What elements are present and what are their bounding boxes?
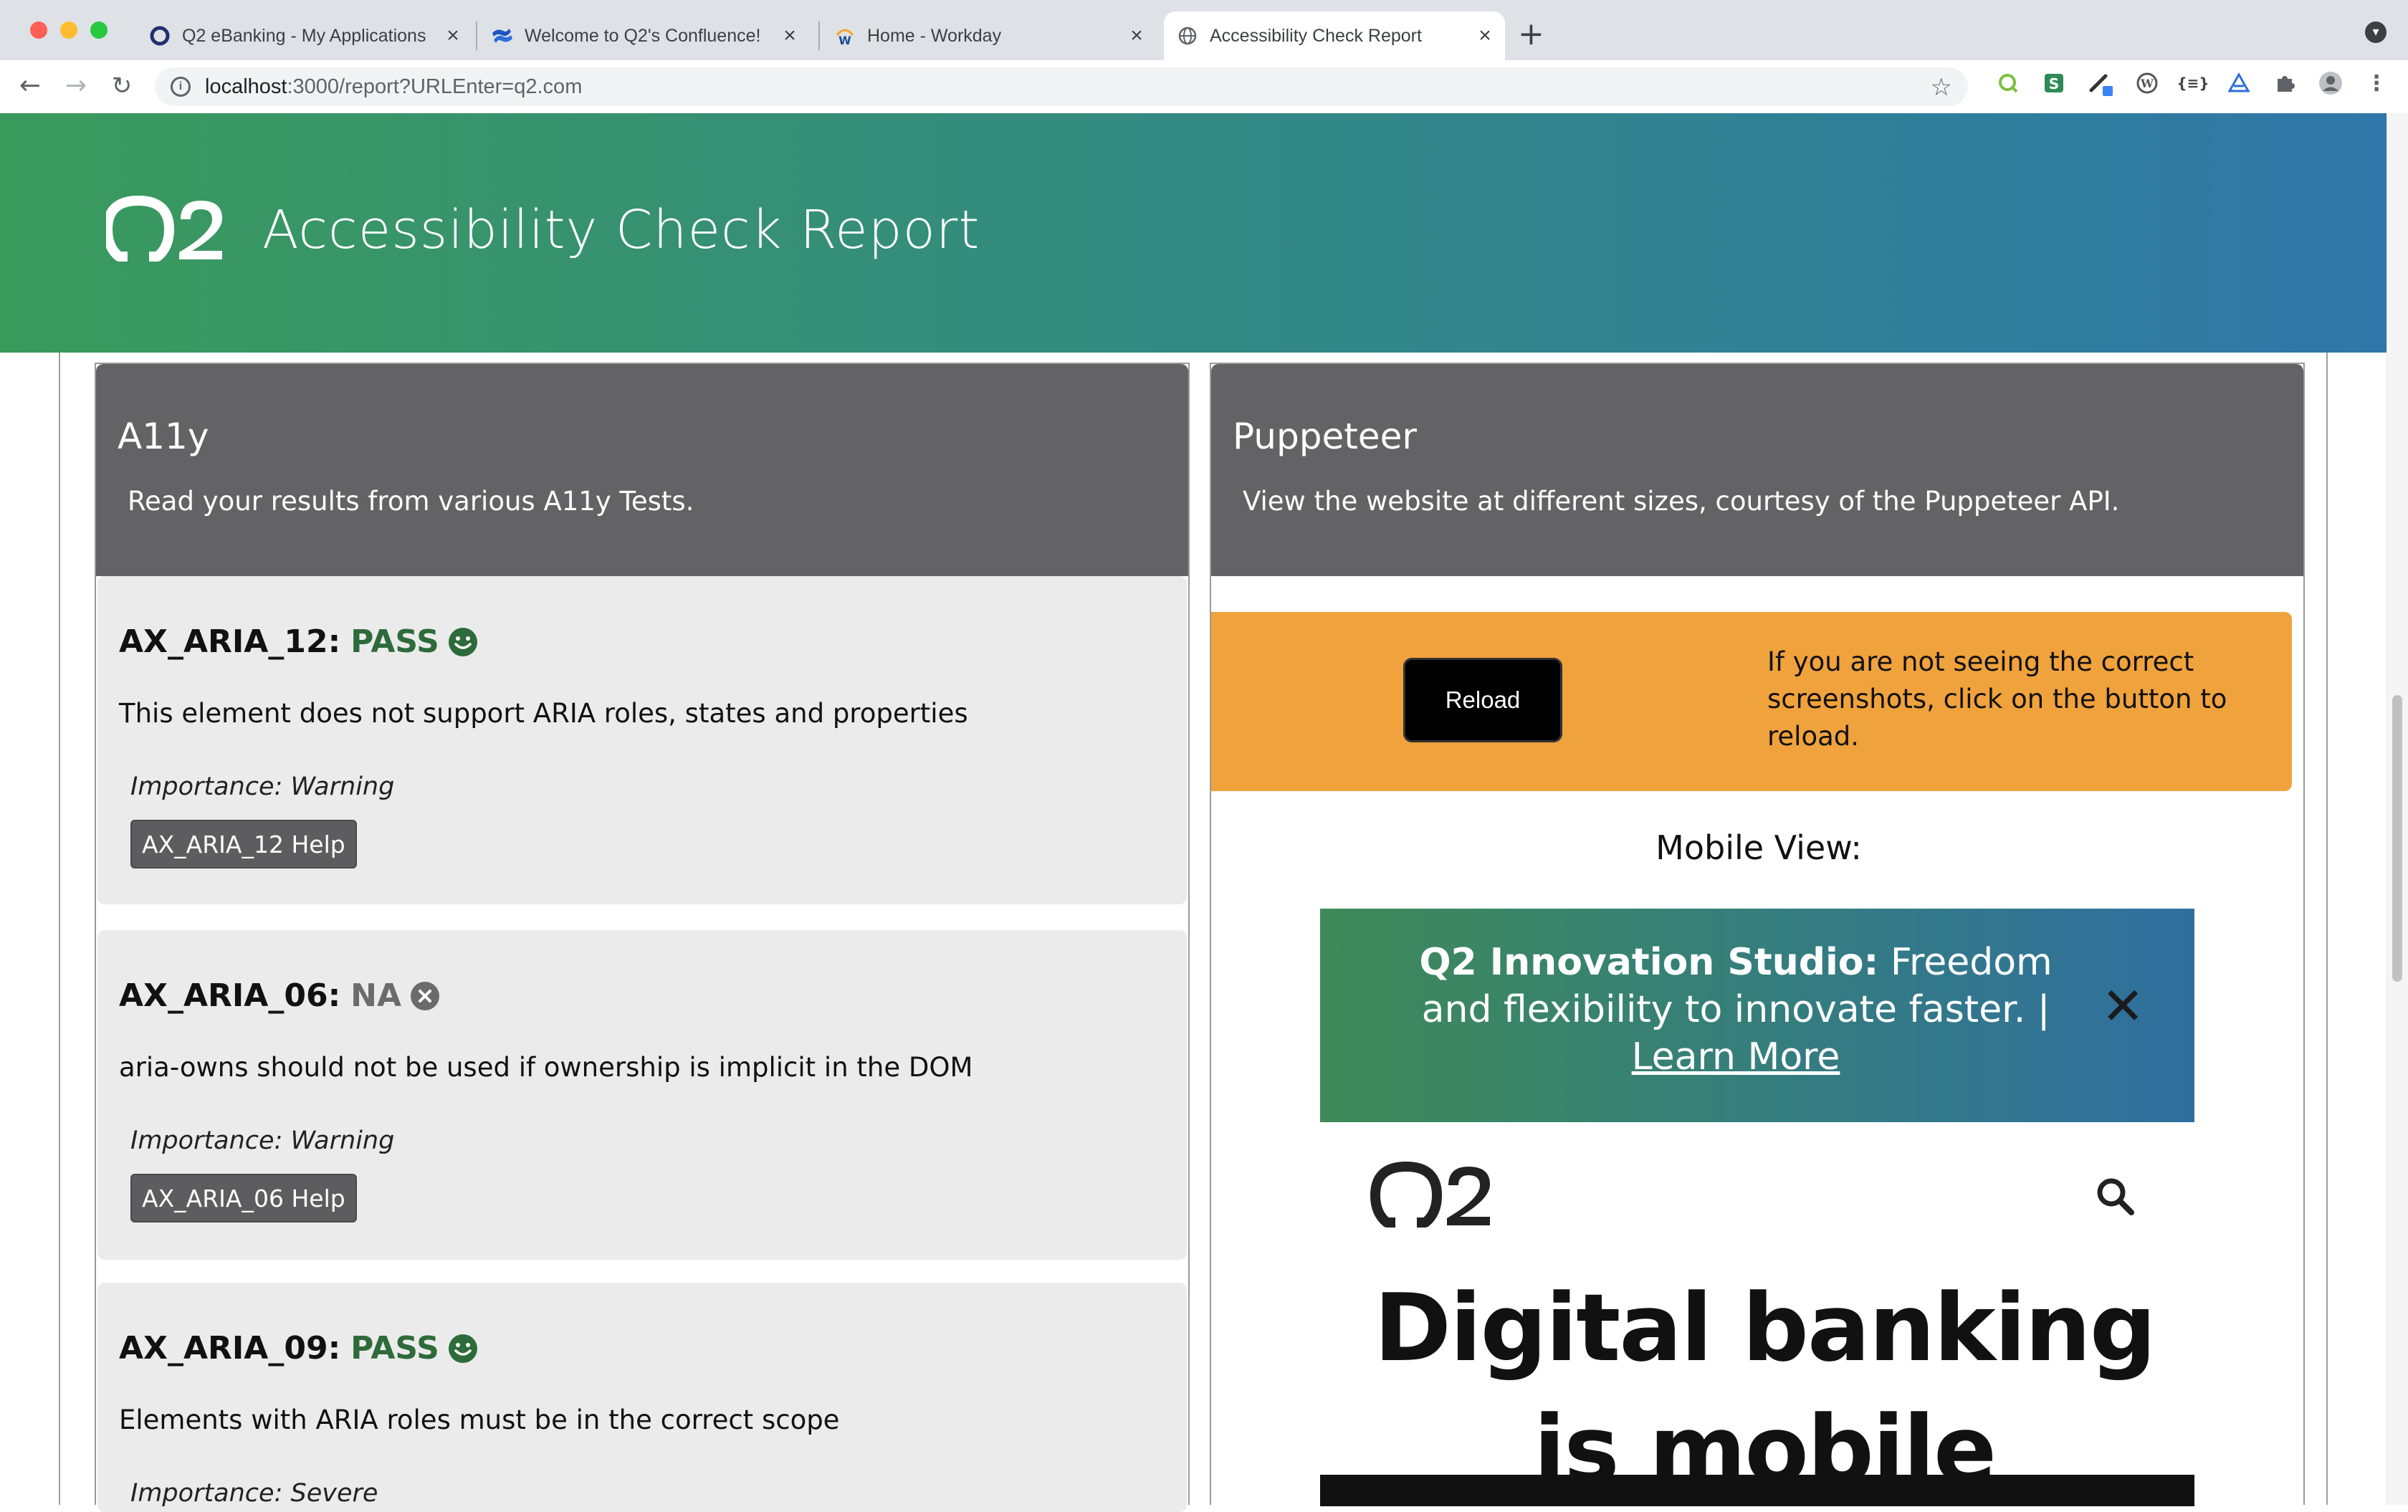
- mobile-screenshot: Q2 Innovation Studio: Freedom and flexib…: [1320, 909, 2194, 1506]
- new-tab-button[interactable]: +: [1518, 16, 1544, 52]
- a11y-panel-subtitle: Read your results from various A11y Test…: [128, 486, 694, 517]
- tab-q2-ebanking[interactable]: Q2 eBanking - My Applications ×: [136, 11, 473, 60]
- rule-description: aria-owns should not be used if ownershi…: [119, 1052, 973, 1083]
- tab-divider: [476, 21, 477, 50]
- puppeteer-panel-header: Puppeteer View the website at different …: [1211, 364, 2303, 576]
- close-tab-icon[interactable]: ×: [1124, 24, 1150, 48]
- address-bar[interactable]: i localhost:3000/report?URLEnter=q2.com …: [155, 67, 1968, 106]
- reload-notice: Reload If you are not seeing the correct…: [1211, 612, 2292, 791]
- tab-title: Accessibility Check Report: [1210, 25, 1422, 46]
- x-circle-icon: [410, 981, 440, 1011]
- rule-importance: Importance: Warning: [130, 772, 395, 801]
- json-ext-icon[interactable]: {≡}: [2177, 69, 2209, 97]
- rule-id: AX_ARIA_12:: [119, 623, 341, 660]
- tab-divider: [818, 21, 820, 50]
- zoom-window-button[interactable]: [90, 21, 108, 39]
- rule-title: AX_ARIA_12: PASS: [119, 623, 478, 660]
- q2-ext-icon[interactable]: [1994, 69, 2022, 97]
- screenshot-headline: Digital banking is mobile: [1374, 1273, 2156, 1504]
- rule-title: AX_ARIA_09: PASS: [119, 1330, 478, 1367]
- report-header: Accessibility Check Report: [0, 113, 2386, 353]
- rule-status: PASS: [350, 1330, 439, 1367]
- pen-ext-icon[interactable]: [2087, 69, 2116, 97]
- rule-id: AX_ARIA_09:: [119, 1330, 341, 1367]
- globe-icon: [1177, 25, 1198, 47]
- workday-icon: W: [834, 25, 856, 47]
- profile-icon[interactable]: [2316, 69, 2345, 97]
- rule-help-button[interactable]: AX_ARIA_06 Help: [130, 1174, 357, 1222]
- menu-icon[interactable]: ⋮: [2362, 69, 2391, 97]
- svg-text:W: W: [838, 34, 851, 47]
- rule-importance: Importance: Severe: [130, 1479, 378, 1508]
- url-host: localhost: [205, 75, 287, 98]
- back-arrow-icon[interactable]: ←: [14, 70, 46, 102]
- url-path: :3000/report?URLEnter=q2.com: [287, 75, 583, 98]
- mobile-view-label: Mobile View:: [1656, 828, 1862, 867]
- container-border-right: [2326, 353, 2328, 1505]
- scrollbar-thumb[interactable]: [2392, 695, 2402, 982]
- rule-description: Elements with ARIA roles must be in the …: [119, 1405, 840, 1435]
- screenshot-dark-strip: [1320, 1475, 2194, 1506]
- banner-text: Q2 Innovation Studio: Freedom and flexib…: [1413, 939, 2058, 1081]
- a11y-panel: A11y Read your results from various A11y…: [95, 363, 1190, 1512]
- reload-hint: If you are not seeing the correct screen…: [1767, 646, 2227, 752]
- page-title: Accessibility Check Report: [262, 199, 980, 261]
- a11y-panel-header: A11y Read your results from various A11y…: [96, 364, 1188, 576]
- rule-status: PASS: [350, 623, 439, 660]
- tab-workday[interactable]: W Home - Workday ×: [821, 11, 1157, 60]
- banner-close-icon: ✕: [2101, 976, 2145, 1036]
- s-ext-icon[interactable]: S: [2040, 69, 2068, 97]
- banner-bold: Q2 Innovation Studio:: [1419, 941, 1879, 984]
- puppeteer-panel: Puppeteer View the website at different …: [1210, 363, 2305, 1506]
- smile-icon: [448, 627, 478, 657]
- tab-title: Q2 eBanking - My Applications: [182, 25, 426, 46]
- bookmark-star-icon[interactable]: ☆: [1931, 73, 1952, 102]
- tab-title: Welcome to Q2's Confluence!: [525, 25, 761, 46]
- close-tab-icon[interactable]: ×: [777, 24, 803, 48]
- close-window-button[interactable]: [30, 21, 47, 39]
- q2-logo: [106, 196, 222, 262]
- banner-learn-more-link: Learn More: [1631, 1035, 1840, 1078]
- rule-importance: Importance: Warning: [130, 1126, 395, 1155]
- site-info-icon[interactable]: i: [171, 77, 191, 97]
- wordpress-icon[interactable]: W: [2133, 69, 2161, 97]
- puppeteer-panel-title: Puppeteer: [1233, 416, 1417, 457]
- svg-text:S: S: [2049, 75, 2059, 92]
- rule-card: AX_ARIA_12: PASS This element does not s…: [97, 576, 1187, 904]
- puppeteer-panel-subtitle: View the website at different sizes, cou…: [1243, 486, 2120, 517]
- smile-icon: [448, 1334, 478, 1364]
- confluence-icon: [492, 25, 513, 47]
- rule-description: This element does not support ARIA roles…: [119, 698, 968, 729]
- rule-help-button[interactable]: AX_ARIA_12 Help: [130, 820, 357, 869]
- q2-circle-icon: [149, 25, 171, 47]
- screenshot-search-icon: [2097, 1178, 2134, 1215]
- tab-strip: Q2 eBanking - My Applications × Welcome …: [0, 0, 2408, 60]
- close-tab-icon[interactable]: ×: [1472, 24, 1498, 48]
- rule-id: AX_ARIA_06:: [119, 977, 341, 1014]
- a11y-panel-title: A11y: [118, 416, 209, 457]
- tab-confluence[interactable]: Welcome to Q2's Confluence! ×: [479, 11, 810, 60]
- reload-button[interactable]: Reload: [1403, 658, 1562, 742]
- forward-arrow-icon[interactable]: →: [60, 70, 92, 102]
- address-url[interactable]: localhost:3000/report?URLEnter=q2.com: [205, 75, 582, 99]
- rule-title: AX_ARIA_06: NA: [119, 977, 440, 1014]
- rule-card: AX_ARIA_09: PASS Elements with ARIA role…: [97, 1283, 1187, 1512]
- close-tab-icon[interactable]: ×: [440, 24, 466, 48]
- screenshot-banner: Q2 Innovation Studio: Freedom and flexib…: [1320, 909, 2194, 1122]
- drive-icon[interactable]: [2225, 69, 2253, 97]
- screenshot-q2-logo: [1370, 1162, 1490, 1228]
- tab-title: Home - Workday: [867, 25, 1002, 46]
- minimize-window-button[interactable]: [60, 21, 77, 39]
- puzzle-icon[interactable]: [2270, 69, 2299, 97]
- svg-text:W: W: [2140, 77, 2154, 90]
- container-border-left: [59, 353, 60, 1505]
- tab-search-chevron-icon[interactable]: ▾: [2365, 21, 2386, 43]
- rule-card: AX_ARIA_06: NA aria-owns should not be u…: [97, 930, 1187, 1260]
- tab-accessibility-report[interactable]: Accessibility Check Report ×: [1164, 11, 1505, 60]
- rule-status: NA: [350, 977, 402, 1014]
- reload-icon[interactable]: ↻: [106, 70, 138, 102]
